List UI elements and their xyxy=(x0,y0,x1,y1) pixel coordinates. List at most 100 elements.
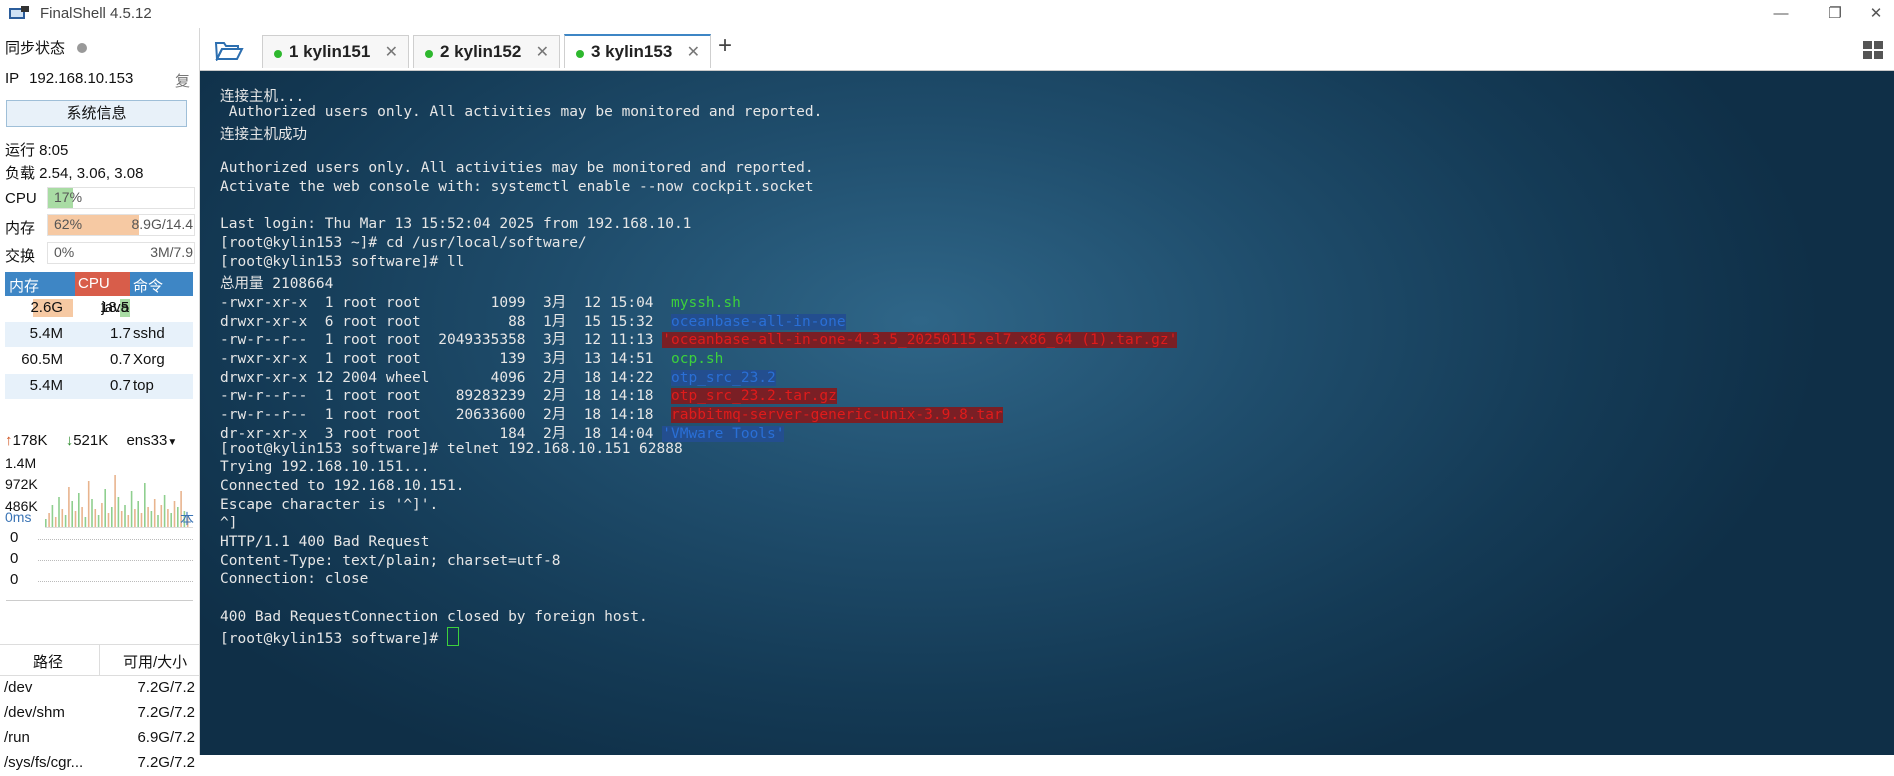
traffic-bar xyxy=(130,491,133,527)
terminal-line: Authorized users only. All activities ma… xyxy=(220,104,823,120)
connected-dot-icon xyxy=(425,50,433,58)
traffic-bar xyxy=(114,475,116,527)
server-info-panel: 同步状态 IP 192.168.10.153 复 系统信息 运行 8:05 负载… xyxy=(0,28,200,771)
traffic-bar xyxy=(147,507,149,527)
traffic-bar xyxy=(150,511,153,527)
system-info-button[interactable]: 系统信息 xyxy=(6,100,187,127)
ip-label: IP xyxy=(5,70,19,87)
swap-meter: 0% 3M/7.9 xyxy=(47,242,195,264)
traffic-bar xyxy=(68,487,70,527)
tab-kylin151[interactable]: 1 kylin151 ✕ xyxy=(262,35,409,68)
col-command[interactable]: 命令 xyxy=(133,275,163,296)
file-listing-line: -rw-r--r-- 1 root root 89283239 2月 18 14… xyxy=(220,388,837,404)
terminal-line: Connected to 192.168.10.151. xyxy=(220,478,465,494)
terminal-line: 400 Bad RequestConnection closed by fore… xyxy=(220,609,648,625)
traffic-bar xyxy=(160,505,163,527)
traffic-bar xyxy=(84,517,87,527)
network-interface-select[interactable]: ens33 xyxy=(126,432,167,449)
net-scale-top: 1.4M xyxy=(5,455,37,471)
filesystem-row[interactable]: /dev 7.2G/7.2 xyxy=(0,676,199,701)
process-row[interactable]: 2.6G java 18.5 xyxy=(5,296,193,322)
connected-dot-icon xyxy=(274,50,282,58)
terminal-line: 连接主机成功 xyxy=(220,127,307,143)
traffic-bar xyxy=(137,501,139,527)
process-row[interactable]: 5.4M 1.7 sshd xyxy=(5,322,193,348)
traffic-bar xyxy=(127,515,130,527)
traffic-bar xyxy=(117,497,120,527)
traffic-bar xyxy=(177,507,179,527)
tab-kylin152[interactable]: 2 kylin152 ✕ xyxy=(413,35,560,68)
traffic-bar xyxy=(167,509,169,527)
terminal-line: ^] xyxy=(220,515,238,531)
cpu-meter: 17% xyxy=(47,187,195,209)
traffic-bar xyxy=(97,515,100,527)
terminal-output[interactable]: 连接主机... Authorized users only. All activ… xyxy=(200,71,1894,755)
col-mem[interactable]: 内存 xyxy=(9,275,39,296)
file-name: otp_src_23.2.tar.gz xyxy=(671,388,837,404)
traffic-bar xyxy=(54,517,57,527)
process-table: 内存 CPU 命令 2.6G java 18.5 5.4M 1.7 sshd 6… xyxy=(5,272,193,400)
mem-label: 内存 xyxy=(5,220,36,237)
process-row[interactable]: 5.4M 0.7 top xyxy=(5,374,193,400)
close-tab-icon[interactable]: ✕ xyxy=(687,42,700,62)
process-row[interactable]: 60.5M 0.7 Xorg xyxy=(5,348,193,374)
filesystem-row[interactable]: /run 6.9G/7.2 xyxy=(0,726,199,751)
traffic-bar xyxy=(153,499,156,527)
close-tab-icon[interactable]: ✕ xyxy=(536,42,549,62)
terminal-line: [root@kylin153 software]# telnet 192.168… xyxy=(220,441,683,457)
ping-value: 0 xyxy=(10,571,19,588)
folder-open-icon[interactable] xyxy=(214,39,244,61)
download-rate: 521K xyxy=(73,432,109,449)
cpu-label: CPU xyxy=(5,190,37,207)
filesystem-row[interactable]: /dev/shm 7.2G/7.2 xyxy=(0,701,199,726)
tab-kylin153[interactable]: 3 kylin153 ✕ xyxy=(564,34,711,68)
traffic-bar xyxy=(58,497,60,527)
swap-label: 交换 xyxy=(5,248,36,265)
ip-row: IP 192.168.10.153 xyxy=(5,70,133,87)
file-name: 'VMware Tools' xyxy=(662,426,785,442)
terminal-line: [root@kylin153 software]# ll xyxy=(220,254,465,270)
chevron-down-icon[interactable]: ▼ xyxy=(167,437,177,448)
col-cpu[interactable]: CPU xyxy=(78,275,110,292)
file-name: rabbitmq-server-generic-unix-3.9.8.tar xyxy=(671,407,1003,423)
sync-status-dot-icon xyxy=(77,43,88,53)
file-listing-line: -rw-r--r-- 1 root root 20633600 2月 18 14… xyxy=(220,407,1003,423)
close-tab-icon[interactable]: ✕ xyxy=(385,42,398,62)
terminal-line: Connection: close xyxy=(220,571,369,587)
traffic-bar xyxy=(120,511,123,527)
prompt-line[interactable]: [root@kylin153 software]# xyxy=(220,627,459,647)
traffic-bar xyxy=(157,515,159,527)
traffic-bar xyxy=(61,509,64,527)
col-available-size[interactable]: 可用/大小 xyxy=(123,651,187,672)
terminal-line: Escape character is '^]'. xyxy=(220,497,439,513)
terminal-line: Last login: Thu Mar 13 15:52:04 2025 fro… xyxy=(220,216,692,232)
file-listing-line: -rwxr-xr-x 1 root root 139 3月 13 14:51 o… xyxy=(220,351,724,367)
add-tab-icon[interactable]: + xyxy=(718,32,732,60)
col-path[interactable]: 路径 xyxy=(33,651,63,672)
close-window-button[interactable]: ✕ xyxy=(1856,2,1894,26)
ping-value: 0 xyxy=(10,529,19,546)
minimize-button[interactable]: — xyxy=(1761,2,1801,26)
terminal-line: Activate the web console with: systemctl… xyxy=(220,179,814,195)
copy-ip-button[interactable]: 复 xyxy=(175,70,190,91)
upload-rate: 178K xyxy=(12,432,48,449)
sync-status-label: 同步状态 xyxy=(5,40,66,57)
terminal-cursor xyxy=(446,627,459,646)
terminal-line: Content-Type: text/plain; charset=utf-8 xyxy=(220,553,561,569)
terminal-line: Trying 192.168.10.151... xyxy=(220,459,430,475)
session-tab-bar: 1 kylin151 ✕ 2 kylin152 ✕ 3 kylin153 ✕ + xyxy=(200,28,1894,71)
file-name: 'oceanbase-all-in-one-4.3.5_20250115.el7… xyxy=(662,332,1178,348)
terminal-line: [root@kylin153 ~]# cd /usr/local/softwar… xyxy=(220,235,587,251)
swap-percent: 0% xyxy=(54,244,75,260)
process-table-header: 内存 CPU 命令 xyxy=(5,272,193,296)
traffic-bar xyxy=(101,503,103,527)
network-stats: ↑178K ↓521K ens33▼ xyxy=(5,432,177,449)
app-title: FinalShell 4.5.12 xyxy=(40,5,152,22)
traffic-bar xyxy=(45,519,47,527)
mem-usage: 8.9G/14.4 xyxy=(131,216,194,232)
layout-grid-icon[interactable] xyxy=(1862,40,1884,60)
traffic-bar xyxy=(48,513,50,527)
mem-percent: 62% xyxy=(54,216,83,232)
restore-button[interactable]: ❐ xyxy=(1815,2,1855,26)
connected-dot-icon xyxy=(576,50,584,58)
